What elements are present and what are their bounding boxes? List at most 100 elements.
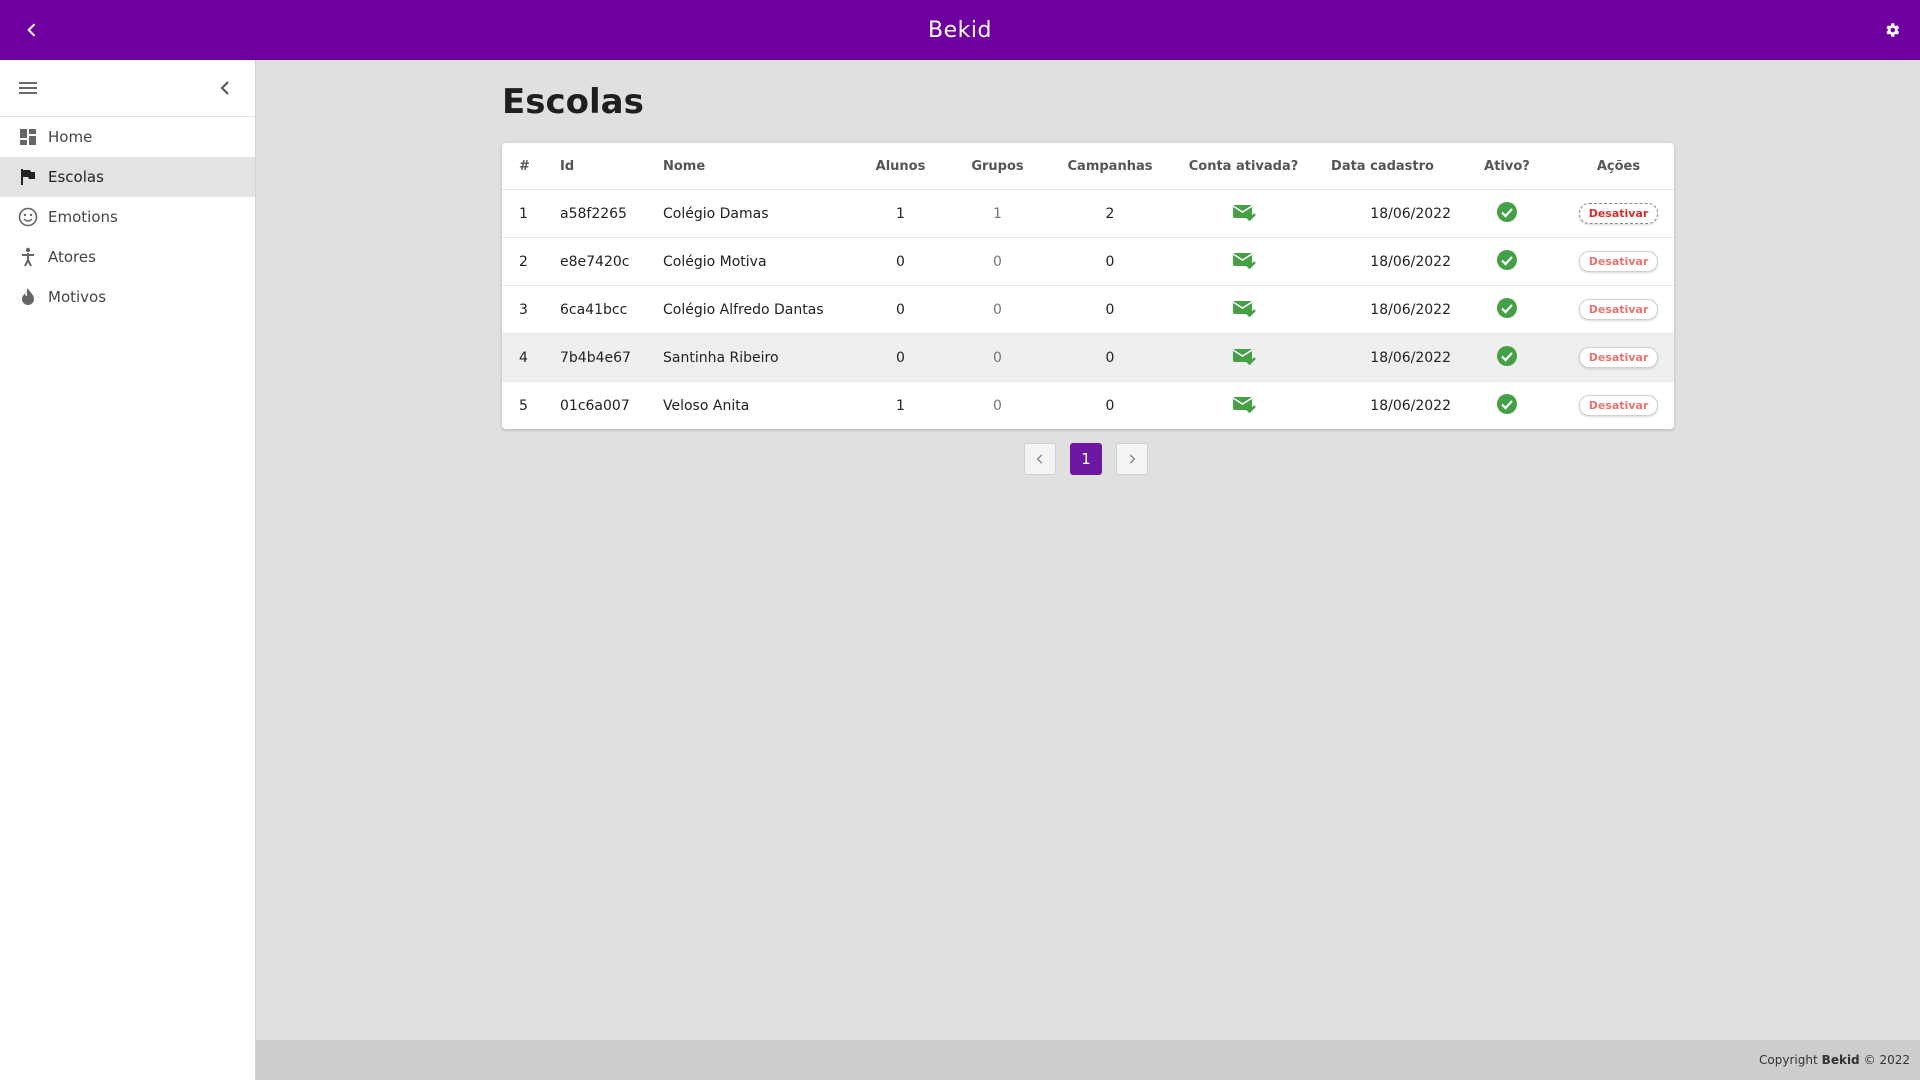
cell-id: e8e7420c bbox=[560, 237, 663, 286]
column-header: Id bbox=[560, 143, 663, 190]
mail-check-icon bbox=[1232, 204, 1256, 221]
cell-data-cadastro: 18/06/2022 bbox=[1314, 285, 1451, 334]
column-header: Data cadastro bbox=[1314, 143, 1451, 190]
cell-conta-ativada bbox=[1173, 285, 1314, 334]
smiley-icon bbox=[18, 207, 38, 227]
settings-button[interactable] bbox=[1878, 16, 1906, 44]
mail-check-icon bbox=[1232, 300, 1256, 317]
copyright-prefix: Copyright bbox=[1759, 1053, 1818, 1067]
check-circle-icon bbox=[1497, 345, 1517, 366]
schools-table-card: # Id Nome Alunos Grupos Campanhas Conta … bbox=[502, 143, 1674, 429]
page-button-current[interactable]: 1 bbox=[1070, 443, 1102, 475]
cell-ativo bbox=[1451, 333, 1563, 382]
cell-acoes: Desativar bbox=[1563, 333, 1674, 382]
cell-acoes: Desativar bbox=[1563, 285, 1674, 334]
cell-data-cadastro: 18/06/2022 bbox=[1314, 189, 1451, 238]
column-header: Conta ativada? bbox=[1173, 143, 1314, 190]
footer: Copyright Bekid © 2022 bbox=[256, 1040, 1920, 1080]
cell-nome: Colégio Motiva bbox=[663, 237, 853, 286]
cell-acoes: Desativar bbox=[1563, 382, 1674, 430]
table-row: 4 7b4b4e67 Santinha Ribeiro 0 0 0 18/06/… bbox=[502, 333, 1674, 382]
menu-button[interactable] bbox=[16, 76, 40, 100]
desativar-button[interactable]: Desativar bbox=[1578, 347, 1659, 368]
sidebar-item-home[interactable]: Home bbox=[0, 117, 255, 157]
cell-conta-ativada bbox=[1173, 333, 1314, 382]
sidebar-header bbox=[0, 60, 255, 117]
page-title: Escolas bbox=[502, 82, 644, 122]
column-header: Campanhas bbox=[1047, 143, 1173, 190]
cell-campanhas: 0 bbox=[1047, 333, 1173, 382]
desativar-button[interactable]: Desativar bbox=[1578, 251, 1659, 272]
cell-nome: Colégio Alfredo Dantas bbox=[663, 285, 853, 334]
cell-alunos: 1 bbox=[853, 189, 948, 238]
sidebar: Home Escolas Emotions Atores Motivos bbox=[0, 60, 256, 1080]
column-header: Ativo? bbox=[1451, 143, 1563, 190]
check-circle-icon bbox=[1497, 249, 1517, 270]
cell-ativo bbox=[1451, 189, 1563, 238]
chevron-left-icon bbox=[220, 81, 229, 95]
cell-grupos: 0 bbox=[948, 333, 1047, 382]
cell-nome: Santinha Ribeiro bbox=[663, 333, 853, 382]
pagination: 1 bbox=[1024, 443, 1148, 475]
cell-conta-ativada bbox=[1173, 189, 1314, 238]
mail-check-icon bbox=[1232, 396, 1256, 413]
cell-id: 01c6a007 bbox=[560, 397, 630, 414]
check-circle-icon bbox=[1497, 297, 1517, 318]
hamburger-menu-icon bbox=[19, 82, 37, 94]
cell-ativo bbox=[1451, 285, 1563, 334]
flag-icon bbox=[18, 167, 38, 187]
flame-icon bbox=[18, 287, 38, 307]
sidebar-item-label: Escolas bbox=[48, 168, 104, 186]
check-circle-icon bbox=[1497, 393, 1517, 414]
cell-campanhas: 0 bbox=[1105, 397, 1115, 414]
mail-check-icon bbox=[1232, 252, 1256, 269]
back-button[interactable] bbox=[18, 16, 46, 44]
cell-conta-ativada bbox=[1173, 382, 1314, 430]
check-circle-icon bbox=[1497, 201, 1517, 222]
app-title: Bekid bbox=[928, 17, 992, 43]
collapse-sidebar-button[interactable] bbox=[213, 76, 237, 100]
column-header: # bbox=[502, 143, 560, 190]
dashboard-icon bbox=[18, 127, 38, 147]
cell-id: 6ca41bcc bbox=[560, 285, 663, 334]
cell-index: 5 bbox=[519, 397, 528, 414]
previous-page-button[interactable] bbox=[1024, 443, 1056, 475]
next-page-button[interactable] bbox=[1116, 443, 1148, 475]
cell-id: a58f2265 bbox=[560, 189, 663, 238]
sidebar-item-emotions[interactable]: Emotions bbox=[0, 197, 255, 237]
gear-icon bbox=[1886, 23, 1900, 37]
cell-campanhas: 2 bbox=[1047, 189, 1173, 238]
table-row: 5 01c6a007 Veloso Anita 1 0 0 18/06/2022… bbox=[502, 382, 1674, 430]
cell-grupos: 0 bbox=[948, 237, 1047, 286]
mail-check-icon bbox=[1232, 348, 1256, 365]
cell-index: 3 bbox=[502, 285, 560, 334]
sidebar-item-atores[interactable]: Atores bbox=[0, 237, 255, 277]
desativar-button[interactable]: Desativar bbox=[1578, 299, 1659, 320]
cell-index: 1 bbox=[502, 189, 560, 238]
sidebar-item-label: Atores bbox=[48, 248, 96, 266]
sidebar-item-motivos[interactable]: Motivos bbox=[0, 277, 255, 317]
chevron-left-icon bbox=[1036, 454, 1043, 464]
cell-index: 2 bbox=[502, 237, 560, 286]
desativar-button[interactable]: Desativar bbox=[1578, 203, 1659, 224]
sidebar-item-escolas[interactable]: Escolas bbox=[0, 157, 255, 197]
cell-ativo bbox=[1451, 237, 1563, 286]
cell-grupos: 1 bbox=[948, 189, 1047, 238]
cell-nome: Veloso Anita bbox=[663, 397, 750, 414]
cell-grupos: 0 bbox=[948, 285, 1047, 334]
cell-nome: Colégio Damas bbox=[663, 189, 853, 238]
column-header: Alunos bbox=[853, 143, 948, 190]
column-header: Ações bbox=[1563, 143, 1674, 190]
cell-campanhas: 0 bbox=[1047, 237, 1173, 286]
cell-acoes: Desativar bbox=[1563, 189, 1674, 238]
chevron-left-icon bbox=[27, 23, 36, 37]
column-header: Nome bbox=[663, 143, 853, 190]
cell-alunos: 0 bbox=[853, 237, 948, 286]
cell-data-cadastro: 18/06/2022 bbox=[1370, 397, 1451, 414]
sidebar-item-label: Home bbox=[48, 128, 93, 146]
desativar-button[interactable]: Desativar bbox=[1578, 395, 1659, 416]
cell-campanhas: 0 bbox=[1047, 285, 1173, 334]
cell-alunos: 0 bbox=[853, 333, 948, 382]
sidebar-item-label: Motivos bbox=[48, 288, 107, 306]
person-icon bbox=[18, 247, 38, 267]
